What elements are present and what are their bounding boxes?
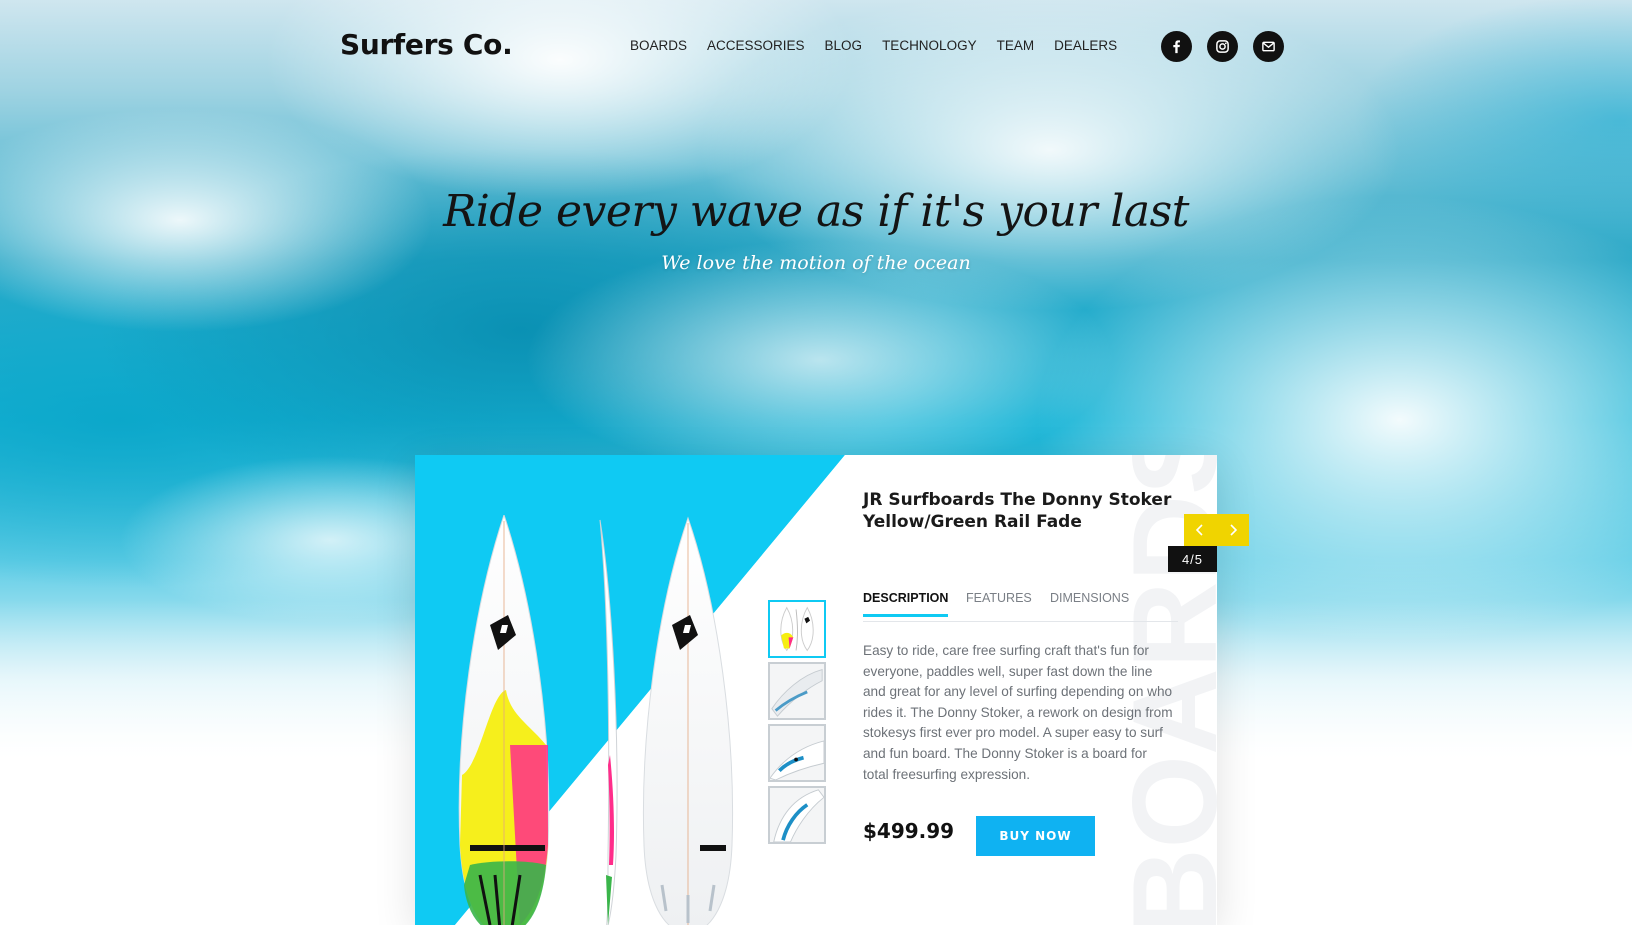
tab-features[interactable]: FEATURES: [966, 591, 1032, 614]
slider-prev-button[interactable]: [1190, 520, 1210, 540]
nav-item-blog[interactable]: BLOG: [825, 38, 863, 53]
surfboard-side: [599, 519, 618, 925]
mail-button[interactable]: [1253, 31, 1284, 62]
mail-icon: [1262, 41, 1275, 52]
instagram-button[interactable]: [1207, 31, 1238, 62]
slider-arrows: [1184, 514, 1249, 546]
thumbnail-strip: [768, 600, 826, 844]
slide-counter: 4/5: [1168, 546, 1217, 572]
facebook-button[interactable]: [1161, 31, 1192, 62]
hero-subtagline: We love the motion of the ocean: [661, 252, 971, 274]
social-links: [1161, 31, 1284, 62]
surfboard-bottom: [458, 515, 550, 925]
buy-now-button[interactable]: BUY NOW: [976, 816, 1095, 856]
thumbnail-image: [770, 602, 824, 656]
product-price: $499.99: [863, 819, 955, 843]
brand-logo[interactable]: Surfers Co.: [340, 28, 513, 61]
product-card: BOARDS JR Surfboards The Donny Stoker Ye…: [415, 455, 1217, 925]
chevron-left-icon: [1196, 524, 1203, 536]
product-image: [458, 515, 734, 925]
hero-tagline: Ride every wave as if it's your last: [443, 186, 1189, 237]
nav-item-dealers[interactable]: DEALERS: [1054, 38, 1117, 53]
thumbnail-1[interactable]: [768, 600, 826, 658]
tab-dimensions[interactable]: DIMENSIONS: [1050, 591, 1129, 614]
product-description: Easy to ride, care free surfing craft th…: [863, 643, 1173, 782]
slider-next-button[interactable]: [1223, 520, 1243, 540]
thumbnail-image: [770, 726, 824, 780]
surfboard-top: [642, 516, 734, 925]
nav-item-boards[interactable]: BOARDS: [630, 38, 687, 53]
tab-description[interactable]: DESCRIPTION: [863, 591, 949, 617]
product-title: JR Surfboards The Donny Stoker Yellow/Gr…: [863, 490, 1172, 532]
facebook-icon: [1173, 40, 1180, 54]
main-nav: BOARDS ACCESSORIES BLOG TECHNOLOGY TEAM …: [630, 38, 1117, 53]
product-tabs: DESCRIPTION FEATURES DIMENSIONS: [863, 591, 1178, 622]
chevron-right-icon: [1230, 524, 1237, 536]
instagram-icon: [1216, 40, 1229, 53]
nav-item-accessories[interactable]: ACCESSORIES: [707, 38, 805, 53]
thumbnail-4[interactable]: [768, 786, 826, 844]
thumbnail-2[interactable]: [768, 662, 826, 720]
thumbnail-image: [770, 788, 824, 842]
thumbnail-3[interactable]: [768, 724, 826, 782]
nav-item-technology[interactable]: TECHNOLOGY: [882, 38, 977, 53]
thumbnail-image: [770, 664, 824, 718]
nav-item-team[interactable]: TEAM: [997, 38, 1035, 53]
